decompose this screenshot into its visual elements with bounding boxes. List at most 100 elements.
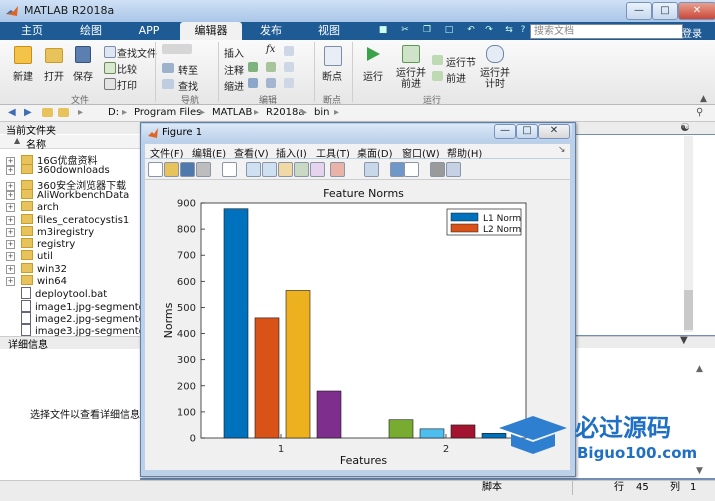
switch-window-icon[interactable]: ⇆ [504, 24, 514, 36]
maximize-button[interactable]: □ [652, 2, 678, 20]
login-link[interactable]: 登录 [682, 25, 702, 40]
run-time-button[interactable]: 运行并 计时 [480, 68, 510, 90]
compare-button[interactable]: 比较 [117, 61, 137, 76]
figure-menu-item[interactable]: 桌面(D) [357, 145, 393, 160]
workspace-scroll-thumb[interactable] [684, 290, 693, 330]
breadcrumb-program-files[interactable]: Program Files [134, 107, 201, 118]
folder-list-item[interactable]: + win64 [6, 275, 67, 287]
nav-arrows-icon[interactable] [162, 44, 192, 54]
comment-button[interactable]: 注释 [224, 62, 244, 77]
tab-home[interactable]: 主页 [10, 22, 54, 40]
search-input[interactable]: 搜索文档 [530, 24, 683, 39]
save-button[interactable]: 保存 [73, 68, 93, 83]
breadcrumb-drive[interactable]: D: [108, 107, 119, 118]
figure-menu-item[interactable]: 窗口(W) [402, 145, 440, 160]
file-list-item[interactable]: image3.jpg-segmente... [6, 324, 154, 337]
tab-plots[interactable]: 绘图 [66, 22, 116, 40]
save-icon[interactable] [180, 162, 195, 177]
expand-icon[interactable]: + [6, 227, 15, 237]
figure-maximize-button[interactable]: □ [516, 124, 538, 139]
panel-options-icon[interactable]: ☯ [680, 121, 690, 134]
browse-folder-icon[interactable] [58, 108, 69, 117]
folder-list-item[interactable]: + m3iregistry [6, 225, 94, 238]
find-files-button[interactable]: 查找文件 [117, 45, 157, 60]
tab-apps[interactable]: APP [124, 22, 174, 40]
folder-list-item[interactable]: + registry [6, 238, 75, 250]
expand-icon[interactable]: + [6, 166, 15, 176]
outdent-icon[interactable] [266, 78, 276, 88]
fx-button[interactable]: fx [266, 44, 275, 55]
expand-icon[interactable]: + [6, 264, 15, 274]
minimize-button[interactable]: — [626, 2, 652, 20]
data-cursor-icon[interactable] [310, 162, 325, 177]
back-icon[interactable]: ◀ [8, 107, 16, 118]
brush-icon[interactable] [330, 162, 345, 177]
run-section-button[interactable]: 运行节 [446, 54, 476, 69]
figure-minimize-button[interactable]: — [494, 124, 516, 139]
wrap-comments-icon[interactable] [284, 62, 294, 72]
folder-list-item[interactable]: + util [6, 250, 53, 262]
figure-menu-item[interactable]: 文件(F) [150, 145, 184, 160]
link-plot-icon[interactable] [364, 162, 379, 177]
legend-icon[interactable] [404, 162, 419, 177]
figure-menu-item[interactable]: 插入(I) [276, 145, 307, 160]
comment-toggle-icon[interactable] [248, 62, 258, 72]
expand-icon[interactable]: + [6, 240, 15, 250]
figure-menu-item[interactable]: 查看(V) [234, 145, 269, 160]
folder-list-item[interactable]: + AliWorkbenchData [6, 188, 129, 201]
forward-icon[interactable]: ▶ [24, 107, 32, 118]
print-icon[interactable] [196, 162, 211, 177]
property-editor-icon[interactable] [446, 162, 461, 177]
up-folder-icon[interactable] [42, 108, 53, 117]
breadcrumb-bin[interactable]: bin [314, 107, 329, 118]
tab-publish[interactable]: 发布 [246, 22, 296, 40]
help-icon[interactable]: ? [518, 24, 528, 36]
folder-list-item[interactable]: + arch [6, 201, 59, 213]
print-button[interactable]: 打印 [117, 77, 137, 92]
address-search-icon[interactable]: ⚲ [696, 107, 703, 118]
redo-icon[interactable]: ↷ [484, 24, 494, 36]
file-list-item[interactable]: image2.jpg-segmente... [6, 311, 154, 325]
smart-indent-icon[interactable] [284, 46, 294, 56]
zoom-in-icon[interactable] [246, 162, 261, 177]
pan-icon[interactable] [278, 162, 293, 177]
zoom-out-icon[interactable] [262, 162, 277, 177]
figure-menu-item[interactable]: 工具(T) [316, 145, 350, 160]
breakpoints-button[interactable]: 断点 [322, 68, 342, 83]
figure-menu-dock-icon[interactable]: ↘ [558, 145, 566, 155]
open-button[interactable]: 打开 [44, 68, 64, 83]
folder-list-item[interactable]: +16G优盘资料 [6, 152, 97, 167]
open-icon[interactable] [164, 162, 179, 177]
expand-icon[interactable]: + [6, 252, 15, 262]
colorbar-icon[interactable] [390, 162, 405, 177]
decrease-indent-icon[interactable] [284, 78, 294, 88]
close-button[interactable]: ✕ [678, 2, 715, 20]
folder-list-item[interactable]: + win32 [6, 262, 67, 275]
figure-close-button[interactable]: ✕ [538, 124, 570, 139]
save-icon[interactable]: ■ [378, 24, 388, 36]
figure-menu-item[interactable]: 帮助(H) [447, 145, 482, 160]
expand-icon[interactable]: + [6, 190, 15, 200]
pointer-icon[interactable] [222, 162, 237, 177]
new-figure-icon[interactable] [148, 162, 163, 177]
find-button[interactable]: 查找 [178, 78, 198, 93]
hide-tools-icon[interactable] [430, 162, 445, 177]
tab-editor[interactable]: 编辑器 [180, 22, 242, 40]
breadcrumb-matlab[interactable]: MATLAB [212, 107, 252, 118]
uncomment-icon[interactable] [266, 62, 276, 72]
folder-list-item[interactable]: +360downloads [6, 164, 110, 176]
advance-button[interactable]: 前进 [446, 70, 466, 85]
undo-icon[interactable]: ↶ [466, 24, 476, 36]
breadcrumb-r2018a[interactable]: R2018a [266, 107, 305, 118]
column-name[interactable]: 名称 [26, 136, 46, 151]
indent-button[interactable]: 缩进 [224, 78, 244, 93]
rotate-icon[interactable] [294, 162, 309, 177]
figure-menu-item[interactable]: 编辑(E) [192, 145, 226, 160]
details-options-icon[interactable]: ▼ [680, 335, 688, 346]
run-advance-button[interactable]: 运行并 前进 [396, 68, 426, 90]
collapse-ribbon-icon[interactable]: ▲ [700, 94, 707, 104]
goto-button[interactable]: 转至 [178, 62, 198, 77]
cut-icon[interactable]: ✂ [400, 24, 410, 36]
expand-icon[interactable]: + [6, 203, 15, 213]
file-list-item[interactable]: image1.jpg-segmente... [6, 299, 154, 313]
